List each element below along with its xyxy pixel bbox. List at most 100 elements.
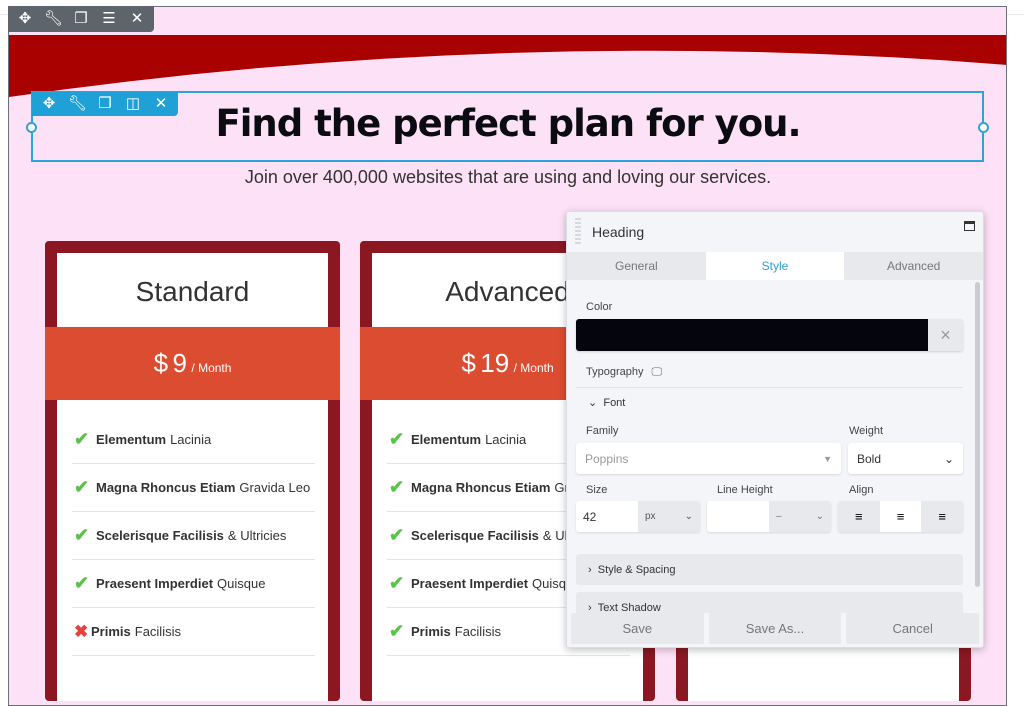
weight-label: Weight bbox=[849, 425, 884, 437]
cancel-button[interactable]: Cancel bbox=[846, 613, 980, 644]
text-shadow-label: Text Shadow bbox=[597, 601, 661, 614]
feature-bold: Primis bbox=[411, 624, 451, 639]
page-subheading: Join over 400,000 websites that are usin… bbox=[244, 167, 772, 187]
pricing-card: Standard $ 9 / Month ✔ Elementum Lacinia… bbox=[45, 241, 340, 701]
feature-bold: Praesent Imperdiet bbox=[411, 576, 529, 591]
heading-settings-panel: Heading General Style Advanced Color × T… bbox=[566, 211, 984, 648]
panel-title: Heading bbox=[592, 224, 645, 240]
close-icon[interactable]: ✕ bbox=[152, 95, 170, 113]
resize-handle-right[interactable] bbox=[978, 122, 989, 133]
chevron-right-icon: › bbox=[588, 563, 592, 576]
feature-text: Lacinia bbox=[485, 432, 527, 447]
row-toolbar: ✥ 🔧︎ ❐ ☰ ✕ bbox=[8, 6, 154, 32]
plan-price: $ 9 / Month bbox=[45, 327, 340, 400]
panel-tabs: General Style Advanced bbox=[567, 252, 983, 280]
feature-text: Lacinia bbox=[170, 432, 212, 447]
feature-item: ✔ Praesent Imperdiet Quisque bbox=[72, 560, 315, 608]
price-period: / Month bbox=[513, 361, 554, 375]
check-icon: ✔ bbox=[389, 573, 405, 593]
tab-advanced[interactable]: Advanced bbox=[844, 252, 983, 280]
move-icon[interactable]: ✥ bbox=[40, 95, 58, 113]
font-weight-select[interactable]: Bold ⌄ bbox=[848, 443, 963, 474]
chevron-down-icon: ⌄ bbox=[588, 397, 598, 409]
wrench-icon[interactable]: 🔧︎ bbox=[44, 10, 63, 28]
price-period: / Month bbox=[191, 361, 232, 375]
style-spacing-label: Style & Spacing bbox=[597, 563, 676, 576]
check-icon: ✔ bbox=[389, 477, 405, 497]
check-icon: ✔ bbox=[74, 573, 90, 593]
price-amount: 19 bbox=[480, 348, 510, 378]
line-height-input[interactable] bbox=[707, 501, 769, 532]
close-icon[interactable]: ✕ bbox=[128, 10, 146, 28]
feature-item: ✖ Primis Facilisis bbox=[72, 608, 315, 656]
color-swatch[interactable] bbox=[576, 319, 928, 351]
color-label: Color bbox=[586, 301, 613, 313]
price-amount: 9 bbox=[172, 348, 187, 378]
check-icon: ✔ bbox=[74, 477, 90, 497]
module-toolbar: ✥ 🔧︎ ❐ ◫ ✕ bbox=[32, 92, 178, 116]
font-section-label: Font bbox=[603, 397, 626, 409]
move-icon[interactable]: ✥ bbox=[16, 10, 34, 28]
wrench-icon[interactable]: 🔧︎ bbox=[68, 95, 87, 113]
feature-text: Gravida Leo bbox=[239, 480, 311, 495]
drag-grip-icon[interactable] bbox=[575, 218, 581, 246]
feature-item: ✔ Magna Rhoncus Etiam Gravida Leo bbox=[72, 464, 315, 512]
size-unit: px bbox=[645, 511, 656, 522]
check-icon: ✔ bbox=[389, 525, 405, 545]
currency: $ bbox=[461, 348, 476, 378]
feature-bold: Magna Rhoncus Etiam bbox=[96, 480, 236, 495]
save-as-button[interactable]: Save As... bbox=[708, 613, 842, 644]
feature-bold: Elementum bbox=[96, 432, 167, 447]
feature-text: & Ultricies bbox=[227, 528, 287, 543]
align-label: Align bbox=[849, 484, 874, 496]
align-center-button[interactable]: ≡ bbox=[879, 501, 922, 532]
tab-general[interactable]: General bbox=[567, 252, 706, 280]
check-icon: ✔ bbox=[389, 621, 405, 641]
copy-icon[interactable]: ❐ bbox=[72, 10, 90, 28]
size-input[interactable]: 42 bbox=[576, 501, 638, 532]
chevron-right-icon: › bbox=[588, 601, 592, 614]
currency: $ bbox=[153, 348, 169, 378]
maximize-icon[interactable] bbox=[964, 221, 975, 231]
check-icon: ✔ bbox=[74, 525, 90, 545]
feature-bold: Magna Rhoncus Etiam bbox=[411, 480, 551, 495]
style-spacing-section[interactable]: › Style & Spacing bbox=[576, 554, 963, 585]
copy-icon[interactable]: ❐ bbox=[96, 95, 114, 113]
menu-icon[interactable]: ☰ bbox=[100, 10, 118, 28]
weight-value: Bold bbox=[857, 451, 882, 466]
font-section-toggle[interactable]: ⌄ Font bbox=[588, 396, 963, 409]
feature-text: Facilisis bbox=[134, 624, 181, 639]
chevron-down-icon: ⌄ bbox=[943, 451, 954, 466]
feature-item: ✔ Scelerisque Facilisis & Ultricies bbox=[72, 512, 315, 560]
columns-icon[interactable]: ◫ bbox=[124, 95, 142, 113]
tab-style[interactable]: Style bbox=[705, 252, 845, 280]
caret-down-icon: ▼ bbox=[823, 453, 832, 464]
align-left-button[interactable]: ≡ bbox=[838, 501, 880, 532]
feature-bold: Praesent Imperdiet bbox=[96, 576, 214, 591]
feature-item: ✔ Elementum Lacinia bbox=[72, 416, 315, 464]
feature-bold: Scelerisque Facilisis bbox=[411, 528, 539, 543]
save-button[interactable]: Save bbox=[571, 613, 704, 644]
line-height-unit-select[interactable]: – ⌄ bbox=[769, 501, 831, 532]
feature-text: Quisque bbox=[217, 576, 266, 591]
feature-bold: Primis bbox=[91, 624, 131, 639]
feature-text: Facilisis bbox=[454, 624, 501, 639]
resize-handle-left[interactable] bbox=[26, 122, 37, 133]
line-height-unit: – bbox=[776, 511, 782, 522]
feature-bold: Elementum bbox=[411, 432, 482, 447]
cross-icon: ✖ bbox=[74, 621, 89, 641]
clear-color-icon[interactable]: × bbox=[928, 319, 963, 351]
feature-bold: Scelerisque Facilisis bbox=[96, 528, 224, 543]
check-icon: ✔ bbox=[74, 429, 90, 449]
responsive-desktop-icon[interactable]: 🖵 bbox=[651, 366, 662, 379]
panel-header[interactable]: Heading bbox=[567, 212, 983, 252]
size-unit-select[interactable]: px ⌄ bbox=[638, 501, 700, 532]
typography-label: Typography bbox=[586, 366, 644, 378]
font-family-select[interactable]: Poppins ▼ bbox=[576, 443, 841, 474]
size-label: Size bbox=[586, 484, 608, 496]
family-label: Family bbox=[586, 425, 619, 437]
align-right-button[interactable]: ≡ bbox=[921, 501, 963, 532]
plan-title: Standard bbox=[135, 276, 250, 307]
chevron-down-icon: ⌄ bbox=[815, 511, 824, 522]
line-height-label: Line Height bbox=[717, 484, 773, 496]
